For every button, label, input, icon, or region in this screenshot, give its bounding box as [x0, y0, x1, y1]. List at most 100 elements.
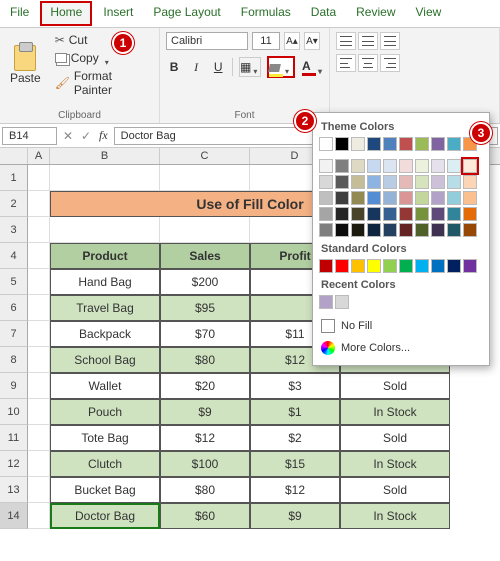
cell[interactable]: Wallet — [50, 373, 160, 399]
color-swatch[interactable] — [383, 223, 397, 237]
align-right-button[interactable] — [380, 54, 400, 72]
color-swatch[interactable] — [351, 137, 365, 151]
color-swatch[interactable] — [351, 175, 365, 189]
header-product[interactable]: Product — [50, 243, 160, 269]
cell[interactable]: $80 — [160, 477, 250, 503]
menu-pagelayout[interactable]: Page Layout — [143, 0, 230, 27]
color-swatch[interactable] — [319, 259, 333, 273]
color-swatch[interactable] — [335, 259, 349, 273]
color-swatch[interactable] — [319, 159, 333, 173]
color-swatch[interactable] — [351, 259, 365, 273]
menu-insert[interactable]: Insert — [93, 0, 143, 27]
color-swatch[interactable] — [431, 259, 445, 273]
color-swatch[interactable] — [399, 223, 413, 237]
cell[interactable]: $60 — [160, 503, 250, 529]
copy-button[interactable]: Copy — [51, 50, 153, 66]
color-swatch[interactable] — [335, 137, 349, 151]
color-swatch[interactable] — [447, 223, 461, 237]
color-swatch[interactable] — [367, 259, 381, 273]
font-color-button[interactable]: A — [301, 57, 323, 77]
cell[interactable]: $20 — [160, 373, 250, 399]
color-swatch[interactable] — [447, 175, 461, 189]
color-swatch[interactable] — [431, 207, 445, 221]
color-swatch[interactable] — [319, 295, 333, 309]
color-swatch[interactable] — [463, 175, 477, 189]
underline-button[interactable]: U — [210, 57, 226, 77]
color-swatch[interactable] — [431, 137, 445, 151]
color-swatch[interactable] — [335, 159, 349, 173]
row-header[interactable]: 8 — [0, 347, 28, 373]
cancel-icon[interactable]: ✕ — [59, 129, 77, 143]
color-swatch[interactable] — [335, 223, 349, 237]
color-swatch[interactable] — [319, 207, 333, 221]
color-swatch[interactable] — [463, 191, 477, 205]
color-swatch[interactable] — [399, 175, 413, 189]
fx-icon[interactable]: fx — [99, 128, 108, 143]
color-swatch[interactable] — [431, 175, 445, 189]
row-header[interactable]: 5 — [0, 269, 28, 295]
menu-review[interactable]: Review — [346, 0, 405, 27]
menu-data[interactable]: Data — [301, 0, 346, 27]
borders-button[interactable]: ▦ — [239, 57, 261, 77]
cell[interactable]: Pouch — [50, 399, 160, 425]
row-header[interactable]: 9 — [0, 373, 28, 399]
enter-icon[interactable]: ✓ — [77, 129, 95, 143]
color-swatch[interactable] — [351, 223, 365, 237]
cell[interactable]: $70 — [160, 321, 250, 347]
cell[interactable]: $9 — [160, 399, 250, 425]
cell[interactable]: Sold — [340, 373, 450, 399]
cell[interactable]: Bucket Bag — [50, 477, 160, 503]
color-swatch[interactable] — [351, 159, 365, 173]
color-swatch[interactable] — [463, 223, 477, 237]
color-swatch[interactable] — [399, 259, 413, 273]
cell[interactable]: $12 — [160, 425, 250, 451]
row-header[interactable]: 12 — [0, 451, 28, 477]
color-swatch[interactable] — [447, 137, 461, 151]
paste-button[interactable]: Paste — [6, 43, 45, 87]
cell[interactable]: Hand Bag — [50, 269, 160, 295]
color-swatch[interactable] — [383, 191, 397, 205]
color-swatch[interactable] — [399, 159, 413, 173]
format-painter-button[interactable]: 🖌Format Painter — [51, 68, 153, 98]
color-swatch[interactable] — [383, 137, 397, 151]
color-swatch[interactable] — [383, 159, 397, 173]
align-top-button[interactable] — [336, 32, 356, 50]
menu-formulas[interactable]: Formulas — [231, 0, 301, 27]
cell[interactable]: $1 — [250, 399, 340, 425]
color-swatch[interactable] — [335, 191, 349, 205]
cell[interactable]: Travel Bag — [50, 295, 160, 321]
font-name-select[interactable]: Calibri — [166, 32, 248, 50]
color-swatch[interactable] — [399, 137, 413, 151]
color-swatch[interactable] — [367, 223, 381, 237]
cell[interactable]: Sold — [340, 425, 450, 451]
row-header[interactable]: 13 — [0, 477, 28, 503]
row-header[interactable]: 6 — [0, 295, 28, 321]
increase-font-button[interactable]: A▴ — [284, 32, 300, 50]
row-header[interactable]: 7 — [0, 321, 28, 347]
cell[interactable]: $95 — [160, 295, 250, 321]
font-size-select[interactable]: 11 — [252, 32, 280, 50]
italic-button[interactable]: I — [188, 57, 204, 77]
color-swatch[interactable] — [415, 207, 429, 221]
cell[interactable]: In Stock — [340, 503, 450, 529]
color-swatch[interactable] — [319, 191, 333, 205]
no-fill-button[interactable]: No Fill — [319, 315, 483, 337]
color-swatch[interactable] — [463, 207, 477, 221]
color-swatch[interactable] — [335, 207, 349, 221]
header-sales[interactable]: Sales — [160, 243, 250, 269]
color-swatch[interactable] — [367, 159, 381, 173]
cell[interactable]: $2 — [250, 425, 340, 451]
align-left-button[interactable] — [336, 54, 356, 72]
color-swatch[interactable] — [431, 191, 445, 205]
cell[interactable]: In Stock — [340, 451, 450, 477]
color-swatch[interactable] — [351, 191, 365, 205]
color-swatch[interactable] — [415, 191, 429, 205]
color-swatch[interactable] — [383, 259, 397, 273]
cell[interactable]: Sold — [340, 477, 450, 503]
color-swatch[interactable] — [415, 175, 429, 189]
align-center-button[interactable] — [358, 54, 378, 72]
color-swatch[interactable] — [383, 175, 397, 189]
row-header[interactable]: 10 — [0, 399, 28, 425]
color-swatch[interactable] — [415, 137, 429, 151]
color-swatch[interactable] — [367, 191, 381, 205]
